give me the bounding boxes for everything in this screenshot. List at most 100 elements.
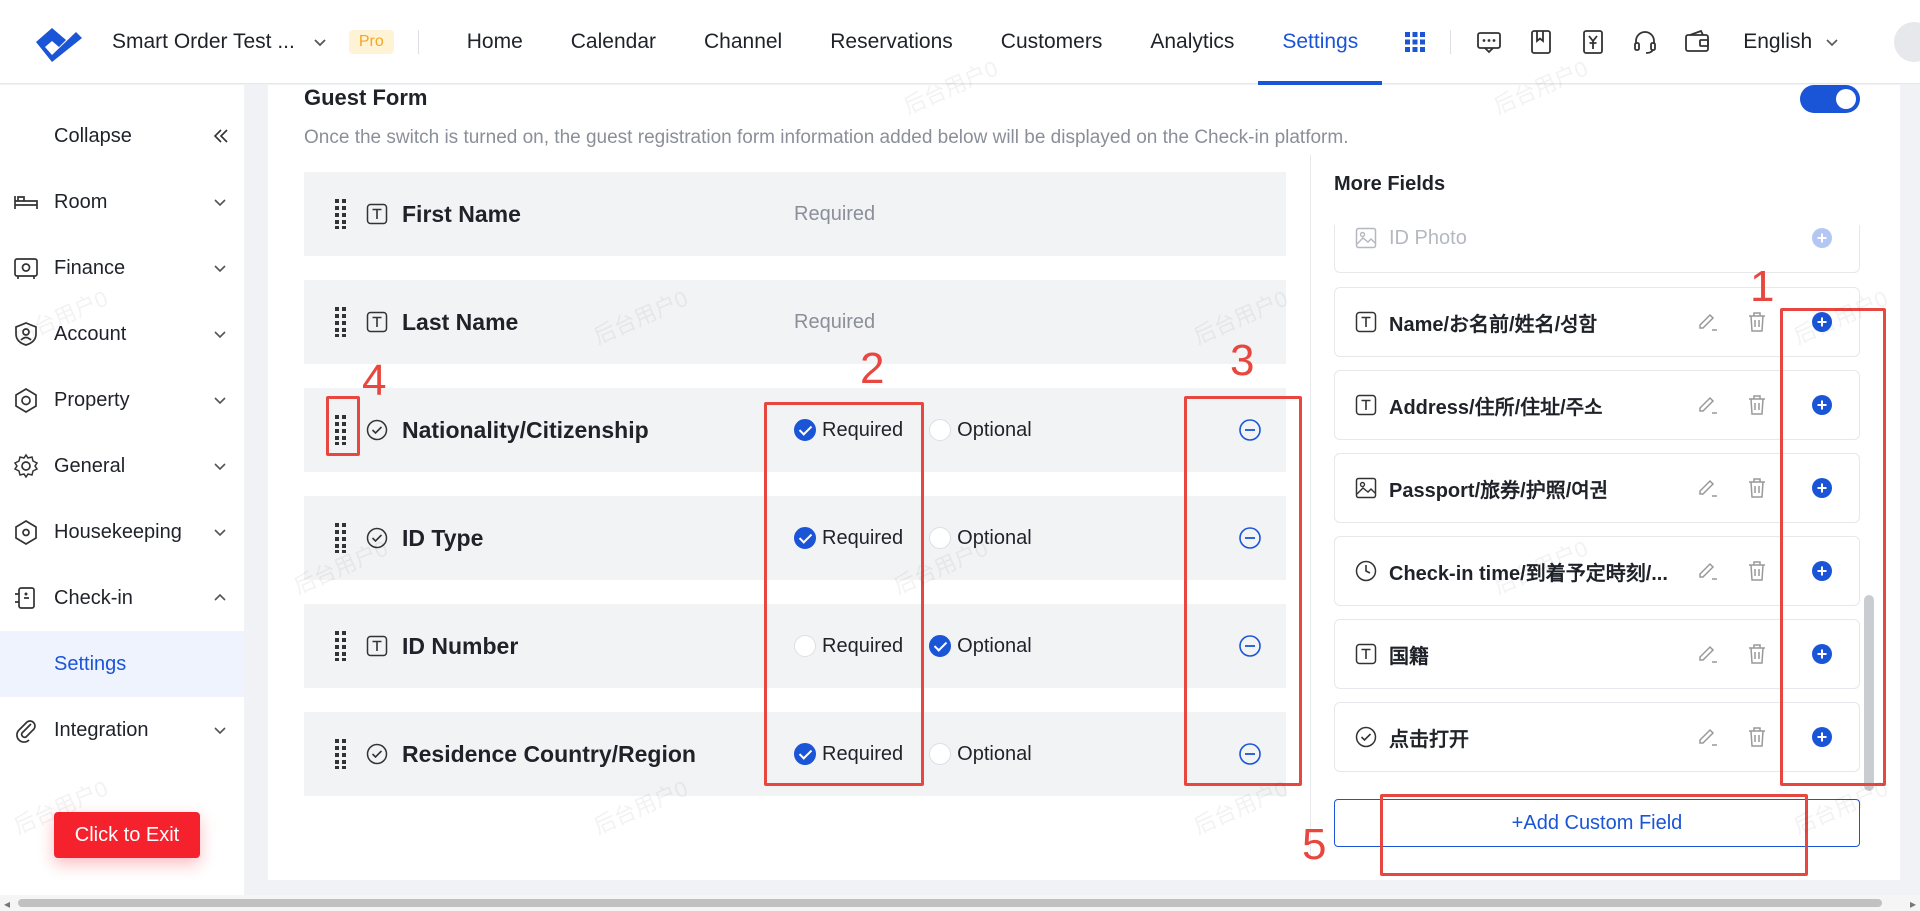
store-selector[interactable]: Smart Order Test ... <box>112 30 329 54</box>
annotation-number: 3 <box>1230 336 1255 385</box>
nav-settings[interactable]: Settings <box>1258 0 1383 85</box>
headset-icon[interactable] <box>1631 28 1659 56</box>
edit-icon[interactable] <box>1696 310 1720 334</box>
choice-field-icon <box>366 527 388 549</box>
scroll-right-icon[interactable]: ▸ <box>1910 897 1916 911</box>
required-static-label: Required <box>794 310 876 333</box>
avatar[interactable] <box>1894 22 1920 62</box>
sidebar-item-integration[interactable]: Integration <box>0 697 244 763</box>
apps-grid-icon[interactable] <box>1404 31 1426 53</box>
drag-handle-icon[interactable] <box>334 630 348 662</box>
nav-reservations[interactable]: Reservations <box>806 0 977 84</box>
user-shield-icon <box>15 322 37 346</box>
drag-handle-icon[interactable] <box>334 738 348 770</box>
more-field-name: 点击打开 <box>1389 728 1469 751</box>
more-field-name: Check-in time/到着予定時刻/... <box>1389 562 1668 585</box>
required-static-label: Required <box>794 202 876 225</box>
optional-radio[interactable]: Optional <box>929 743 1032 766</box>
image-field-icon <box>1355 227 1377 249</box>
sidebar-item-check-in[interactable]: Check-in <box>0 565 244 631</box>
sidebar-item-label: Check-in <box>54 586 133 609</box>
edit-icon[interactable] <box>1696 559 1720 583</box>
drag-handle-icon[interactable] <box>334 522 348 554</box>
bookmark-icon[interactable] <box>1527 28 1555 56</box>
horizontal-scrollbar[interactable]: ◂ ▸ <box>0 895 1920 911</box>
radio-unchecked-icon <box>929 527 952 549</box>
scroll-left-icon[interactable]: ◂ <box>4 897 10 911</box>
chevron-down-icon <box>214 199 226 207</box>
panel-divider <box>1310 155 1311 855</box>
edit-icon[interactable] <box>1696 476 1720 500</box>
sidebar-collapse[interactable]: Collapse <box>0 103 244 169</box>
guest-form-toggle[interactable] <box>1800 85 1860 113</box>
optional-radio[interactable]: Optional <box>929 635 1032 658</box>
drag-handle-icon[interactable] <box>334 198 348 230</box>
annotation-box <box>326 396 360 456</box>
edit-icon[interactable] <box>1696 725 1720 749</box>
drag-handle-icon[interactable] <box>334 306 348 338</box>
text-field-icon <box>366 203 388 225</box>
annotation-box <box>764 402 924 786</box>
field-row: First Name Required <box>304 172 1286 256</box>
wallet-icon[interactable] <box>1683 28 1711 56</box>
sidebar-item-account[interactable]: Account <box>0 301 244 367</box>
text-field-icon <box>1355 643 1377 665</box>
sidebar-item-label: Integration <box>54 718 149 741</box>
sidebar-item-label: Housekeeping <box>54 520 182 543</box>
more-field-card: ID Photo <box>1334 225 1860 273</box>
sidebar-item-property[interactable]: Property <box>0 367 244 433</box>
invoice-yen-icon[interactable] <box>1579 28 1607 56</box>
gear-icon <box>13 453 39 479</box>
field-name: Nationality/Citizenship <box>402 416 649 443</box>
edit-icon[interactable] <box>1696 393 1720 417</box>
sidebar-subitem-settings[interactable]: Settings <box>0 631 244 697</box>
nav-customers[interactable]: Customers <box>977 0 1127 84</box>
sidebar-item-general[interactable]: General <box>0 433 244 499</box>
sidebar-item-room[interactable]: Room <box>0 169 244 235</box>
trash-icon[interactable] <box>1745 310 1769 334</box>
housekeeping-icon <box>15 520 37 545</box>
clock-icon <box>1355 560 1377 582</box>
optional-radio[interactable]: Optional <box>929 419 1032 442</box>
trash-icon[interactable] <box>1745 725 1769 749</box>
choice-field-icon <box>366 743 388 765</box>
radio-unchecked-icon <box>929 419 952 441</box>
optional-label: Optional <box>957 742 1032 765</box>
trash-icon[interactable] <box>1745 559 1769 583</box>
language-selector[interactable]: English <box>1743 30 1840 54</box>
more-fields-title: More Fields <box>1334 173 1446 195</box>
trash-icon[interactable] <box>1745 476 1769 500</box>
sidebar-collapse-label: Collapse <box>54 124 132 147</box>
trash-icon[interactable] <box>1745 393 1769 417</box>
radio-unchecked-icon <box>929 743 952 765</box>
sidebar-item-label: Property <box>54 388 130 411</box>
top-navigation: Smart Order Test ... Pro Home Calendar C… <box>0 0 1920 85</box>
store-name: Smart Order Test ... <box>112 29 295 53</box>
guest-form-panel: Guest Form Once the switch is turned on,… <box>268 85 1900 880</box>
property-icon <box>15 388 37 413</box>
field-name: First Name <box>402 200 521 227</box>
sidebar-item-housekeeping[interactable]: Housekeeping <box>0 499 244 565</box>
add-field-icon[interactable] <box>1810 226 1834 250</box>
nav-channel[interactable]: Channel <box>680 0 806 84</box>
safe-icon <box>14 258 38 279</box>
optional-label: Optional <box>957 634 1032 657</box>
message-icon[interactable] <box>1475 28 1503 56</box>
optional-radio[interactable]: Optional <box>929 527 1032 550</box>
exit-button[interactable]: Click to Exit <box>54 812 200 858</box>
field-name: ID Type <box>402 524 484 551</box>
text-field-icon <box>366 635 388 657</box>
nav-divider <box>417 29 419 54</box>
chevron-down-icon <box>214 529 226 537</box>
nav-calendar[interactable]: Calendar <box>547 0 680 84</box>
scrollbar-thumb[interactable] <box>18 899 1882 907</box>
trash-icon[interactable] <box>1745 642 1769 666</box>
nav-analytics[interactable]: Analytics <box>1126 0 1258 84</box>
brand-logo-icon[interactable] <box>32 22 86 62</box>
text-field-icon <box>366 311 388 333</box>
sidebar-item-finance[interactable]: Finance <box>0 235 244 301</box>
annotation-box <box>1184 396 1302 786</box>
edit-icon[interactable] <box>1696 642 1720 666</box>
nav-home[interactable]: Home <box>443 0 547 84</box>
sidebar-item-label: Finance <box>54 256 126 279</box>
